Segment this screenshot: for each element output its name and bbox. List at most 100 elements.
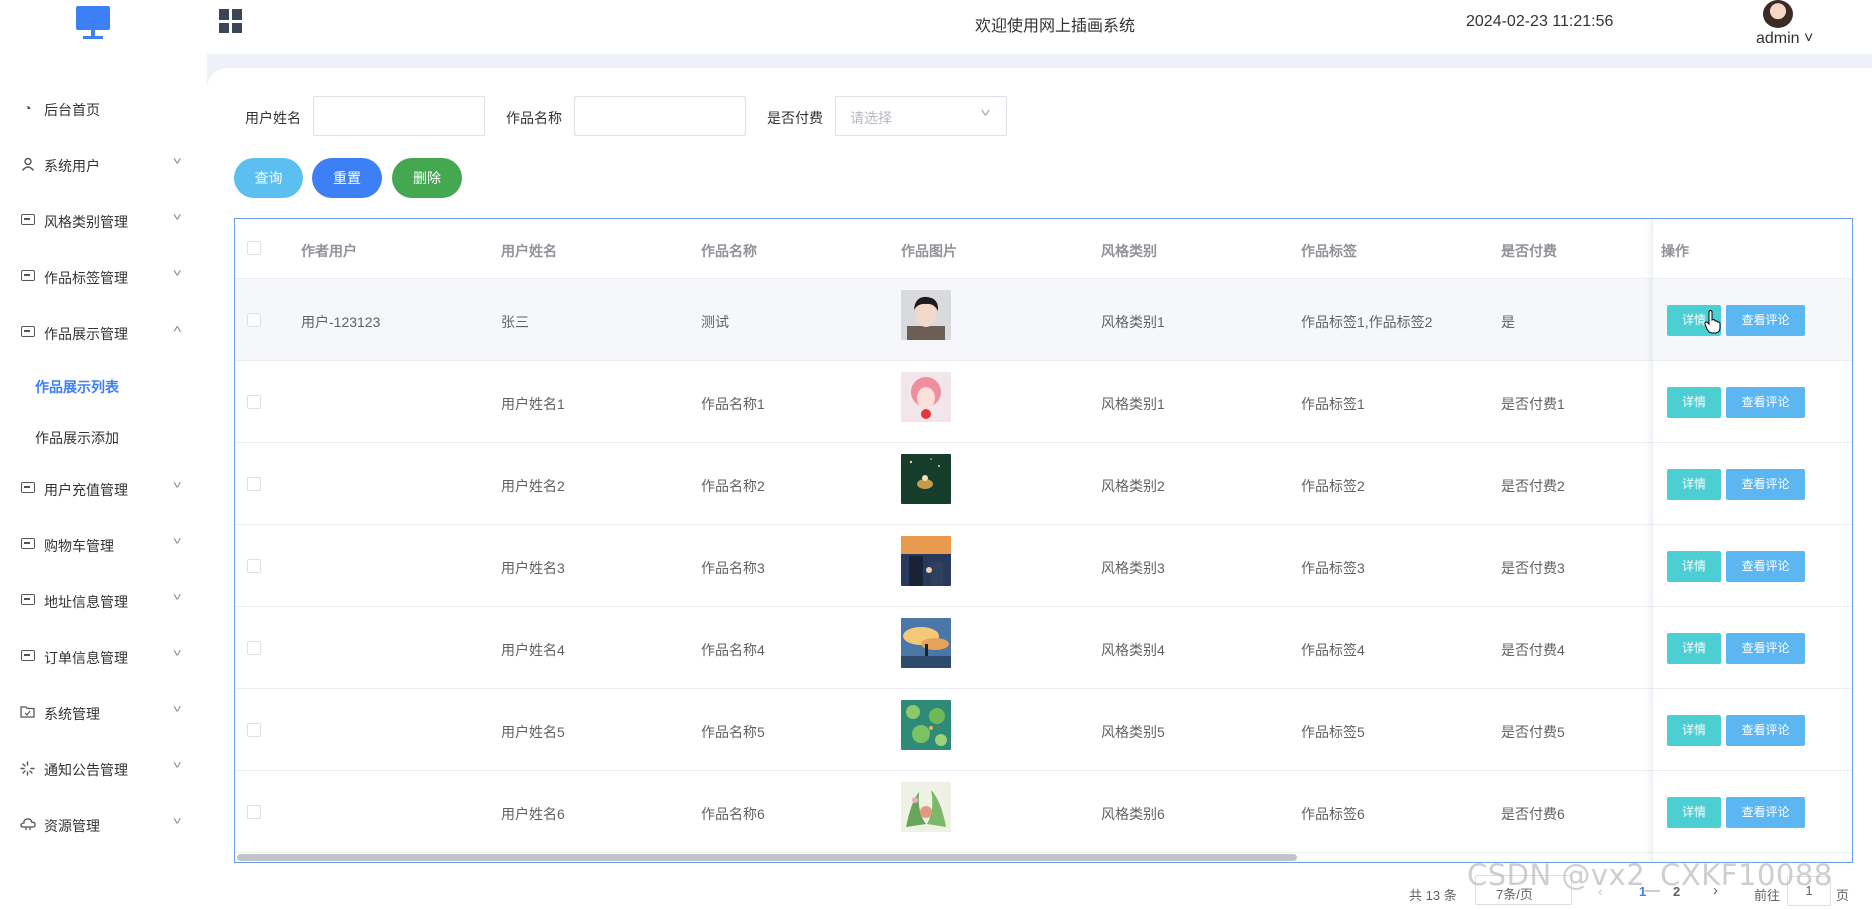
cell-name: 张三 (501, 314, 529, 330)
cell-style: 风格类别3 (1101, 560, 1165, 576)
row-checkbox[interactable] (247, 477, 261, 491)
table-header: 作者用户 用户姓名 作品名称 作品图片 风格类别 作品标签 是否付费 操作 (235, 219, 1852, 279)
detail-button[interactable]: 详情 (1667, 633, 1721, 664)
cell-style: 风格类别4 (1101, 642, 1165, 658)
delete-button[interactable]: 删除 (392, 158, 462, 198)
chevron-down-icon: ˅ (172, 156, 182, 168)
workname-input[interactable] (574, 96, 746, 136)
sidebar-item-label: 地址信息管理 (44, 594, 128, 610)
sidebar-item-recharge[interactable]: 用户充值管理 ˅ (0, 468, 207, 508)
work-image[interactable] (901, 372, 951, 422)
view-reviews-button[interactable]: 查看评论 (1726, 551, 1805, 582)
row-checkbox[interactable] (247, 641, 261, 655)
user-icon (20, 157, 35, 171)
view-reviews-button[interactable]: 查看评论 (1726, 633, 1805, 664)
work-image[interactable] (901, 618, 951, 668)
work-image[interactable] (901, 290, 951, 340)
sidebar-item-orders[interactable]: 订单信息管理 ˅ (0, 636, 207, 676)
user-menu[interactable]: admin ˅ (1756, 30, 1813, 48)
chevron-down-icon: ˅ (172, 268, 182, 280)
table-row[interactable]: 用户姓名5 作品名称5 风格类别5 作品标签5 是否付费5 详情 查看评论 (235, 689, 1852, 771)
horizontal-scrollbar[interactable] (237, 854, 1297, 861)
cell-work: 作品名称3 (701, 560, 765, 576)
view-reviews-button[interactable]: 查看评论 (1726, 715, 1805, 746)
table-row[interactable]: 用户姓名4 作品名称4 风格类别4 作品标签4 是否付费4 详情 查看评论 (235, 607, 1852, 689)
sidebar-item-label: 订单信息管理 (44, 650, 128, 666)
view-reviews-button[interactable]: 查看评论 (1726, 797, 1805, 828)
sidebar-subitem-work-list[interactable]: 作品展示列表 (0, 365, 207, 405)
table-row[interactable]: 用户姓名3 作品名称3 风格类别3 作品标签3 是否付费3 详情 查看评论 (235, 525, 1852, 607)
column-header[interactable]: 作品名称 (701, 241, 757, 261)
reset-button[interactable]: 重置 (312, 158, 382, 198)
sidebar-item-system[interactable]: 系统管理 ˅ (0, 692, 207, 732)
workname-filter-label: 作品名称 (506, 110, 562, 126)
username-filter-label: 用户姓名 (245, 110, 301, 126)
card-icon (20, 213, 35, 227)
work-image[interactable] (901, 700, 951, 750)
sidebar-item-work-tags[interactable]: 作品标签管理 ˅ (0, 256, 207, 296)
detail-button[interactable]: 详情 (1667, 715, 1721, 746)
cell-style: 风格类别1 (1101, 314, 1165, 330)
cell-style: 风格类别6 (1101, 806, 1165, 822)
cell-name: 用户姓名2 (501, 478, 565, 494)
cell-tags: 作品标签2 (1301, 478, 1365, 494)
view-reviews-button[interactable]: 查看评论 (1726, 387, 1805, 418)
detail-button[interactable]: 详情 (1667, 797, 1721, 828)
table-row[interactable]: 用户-123123 张三 测试 风格类别1 作品标签1,作品标签2 是 详情 查… (235, 279, 1852, 361)
sidebar-item-system-users[interactable]: 系统用户 ˅ (0, 144, 207, 184)
cell-work: 作品名称2 (701, 478, 765, 494)
cell-style: 风格类别5 (1101, 724, 1165, 740)
monitor-logo-icon (76, 6, 110, 39)
work-image[interactable] (901, 782, 951, 832)
detail-button[interactable]: 详情 (1667, 469, 1721, 500)
column-header[interactable]: 风格类别 (1101, 241, 1157, 261)
cell-paid: 是 (1501, 314, 1515, 330)
sidebar-item-resources[interactable]: 资源管理 ˅ (0, 804, 207, 844)
row-checkbox[interactable] (247, 723, 261, 737)
cell-name: 用户姓名5 (501, 724, 565, 740)
column-header[interactable]: 作者用户 (301, 241, 357, 261)
avatar[interactable] (1763, 0, 1793, 28)
apps-grid-icon[interactable] (219, 9, 243, 33)
sidebar-subitem-work-add[interactable]: 作品展示添加 (0, 416, 207, 456)
row-checkbox[interactable] (247, 313, 261, 327)
select-all-checkbox[interactable] (247, 241, 261, 255)
column-header[interactable]: 作品图片 (901, 241, 957, 261)
detail-button[interactable]: 详情 (1667, 387, 1721, 418)
row-checkbox[interactable] (247, 395, 261, 409)
view-reviews-button[interactable]: 查看评论 (1726, 305, 1805, 336)
sidebar-item-cart[interactable]: 购物车管理 ˅ (0, 524, 207, 564)
sidebar-item-notice[interactable]: 通知公告管理 ˅ (0, 748, 207, 788)
column-header: 操作 (1661, 243, 1689, 259)
table-row[interactable]: 用户姓名6 作品名称6 风格类别6 作品标签6 是否付费6 详情 查看评论 (235, 771, 1852, 853)
sidebar-item-style-category[interactable]: 风格类别管理 ˅ (0, 200, 207, 240)
sidebar-item-label: 风格类别管理 (44, 214, 128, 230)
column-header[interactable]: 用户姓名 (501, 241, 557, 261)
row-checkbox[interactable] (247, 559, 261, 573)
detail-button[interactable]: 详情 (1667, 551, 1721, 582)
column-header[interactable]: 是否付费 (1501, 241, 1557, 261)
table-row[interactable]: 用户姓名1 作品名称1 风格类别1 作品标签1 是否付费1 详情 查看评论 (235, 361, 1852, 443)
cell-work: 作品名称4 (701, 642, 765, 658)
table-row[interactable]: 用户姓名2 作品名称2 风格类别2 作品标签2 是否付费2 详情 查看评论 (235, 443, 1852, 525)
chevron-down-icon: ˅ (172, 816, 182, 828)
cell-style: 风格类别2 (1101, 478, 1165, 494)
row-checkbox[interactable] (247, 805, 261, 819)
username-input[interactable] (313, 96, 485, 136)
card-icon (20, 593, 35, 607)
query-button[interactable]: 查询 (234, 158, 303, 198)
chevron-down-icon: ˅ (172, 648, 182, 660)
loading-icon (20, 761, 35, 776)
view-reviews-button[interactable]: 查看评论 (1726, 469, 1805, 500)
column-header[interactable]: 作品标签 (1301, 241, 1357, 261)
sidebar-item-address[interactable]: 地址信息管理 ˅ (0, 580, 207, 620)
cell-paid: 是否付费6 (1501, 806, 1565, 822)
paid-select[interactable]: 请选择 ˅ (835, 96, 1007, 136)
work-image[interactable] (901, 454, 951, 504)
sidebar-item-dashboard[interactable]: ◔ 后台首页 (0, 88, 207, 128)
sidebar-item-work-display[interactable]: 作品展示管理 ˄ (0, 312, 207, 352)
folder-icon (20, 705, 35, 719)
work-image[interactable] (901, 536, 951, 586)
cloud-icon (20, 817, 36, 831)
cell-work: 测试 (701, 314, 729, 330)
